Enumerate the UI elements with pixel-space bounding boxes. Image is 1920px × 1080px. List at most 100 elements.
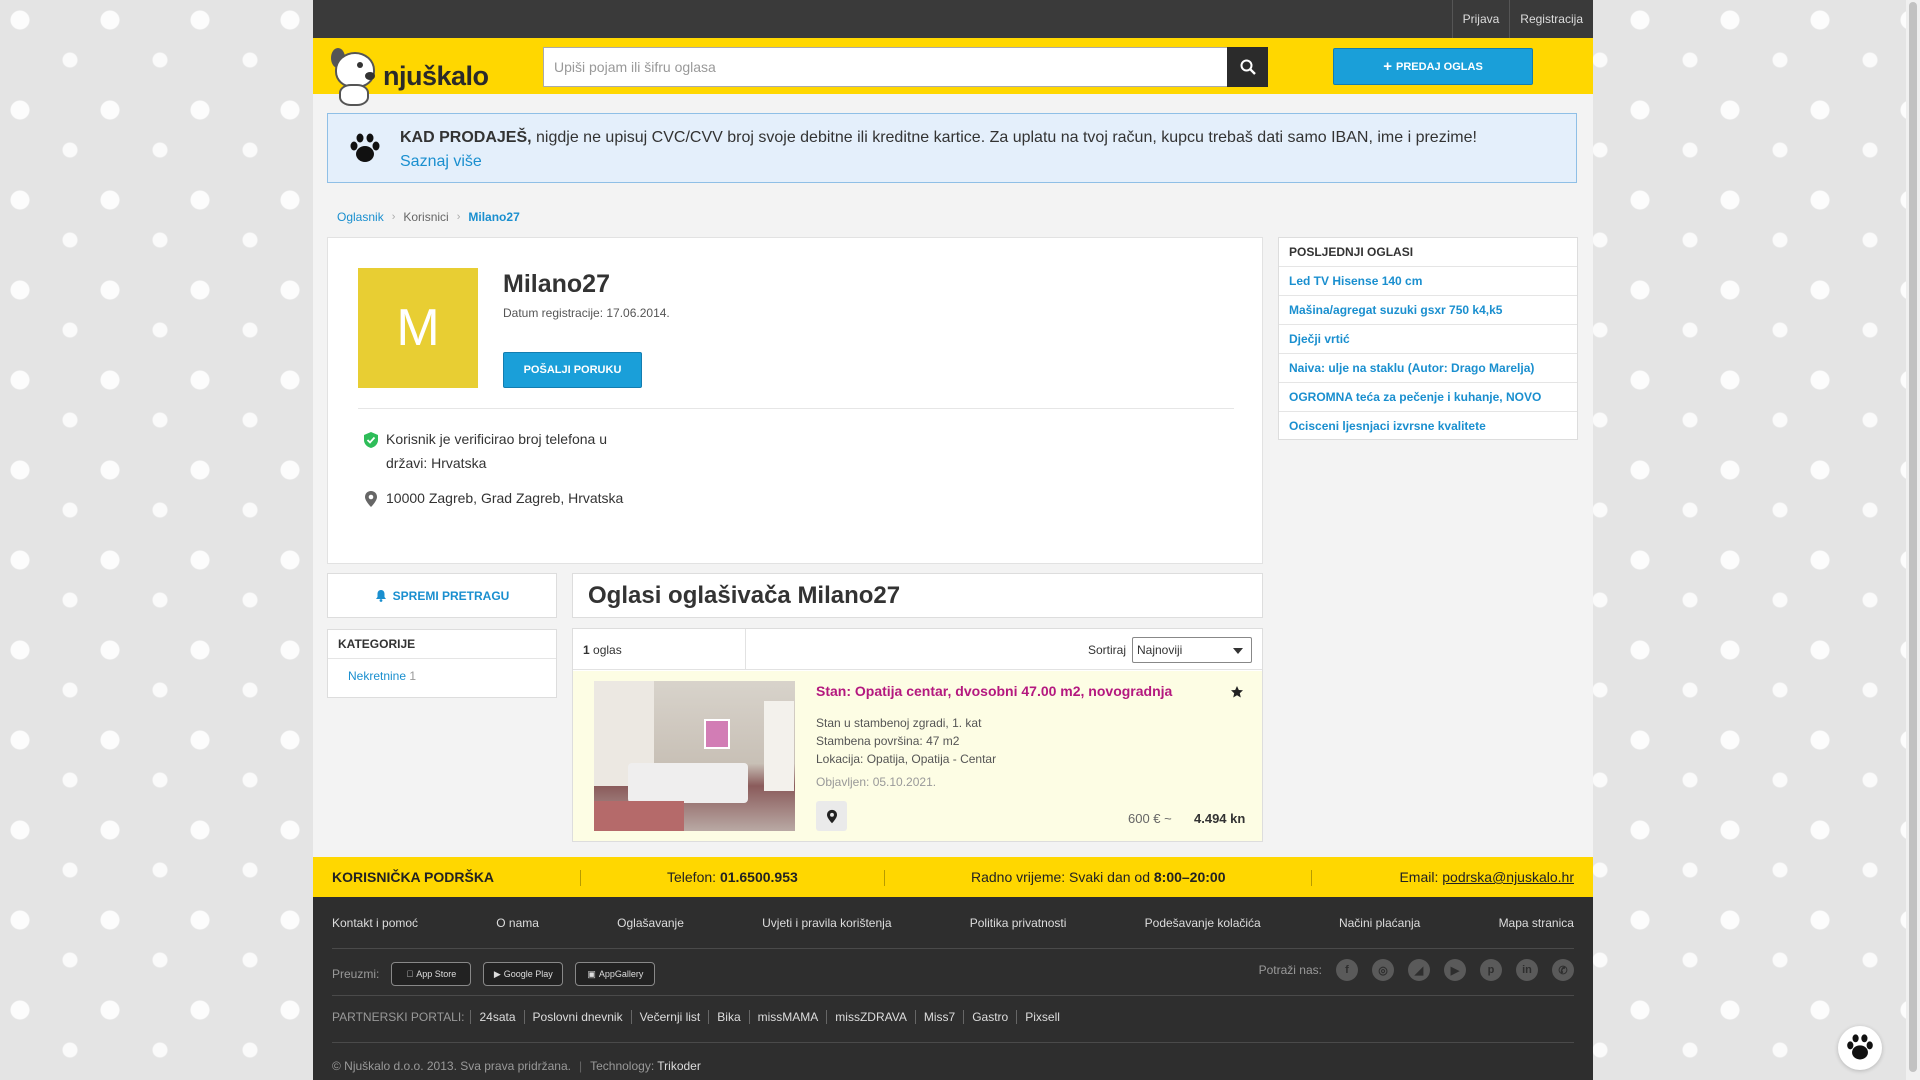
copyright-text: © Njuškalo d.o.o. 2013. Sva prava pridrž… bbox=[332, 1059, 571, 1073]
support-phone: Telefon: 01.6500.953 bbox=[667, 869, 798, 885]
megaphone-icon[interactable]: ◢ bbox=[1408, 959, 1430, 981]
technology-credit: Technology: Trikoder bbox=[590, 1059, 701, 1073]
floating-paw-button[interactable] bbox=[1838, 1026, 1882, 1070]
partner-link[interactable]: Poslovni dnevnik bbox=[523, 1010, 631, 1024]
breadcrumb-oglasnik[interactable]: Oglasnik bbox=[337, 210, 384, 224]
support-hours: Radno vrijeme: Svaki dan od 8:00–20:00 bbox=[971, 869, 1226, 885]
breadcrumb: Oglasnik › Korisnici › Milano27 bbox=[337, 210, 520, 224]
ad-description-line: Lokacija: Opatija, Opatija - Centar bbox=[816, 752, 997, 766]
categories-title: KATEGORIJE bbox=[328, 630, 556, 659]
breadcrumb-korisnici: Korisnici bbox=[403, 210, 449, 224]
footer-link[interactable]: Podešavanje kolačića bbox=[1145, 916, 1261, 930]
star-icon[interactable] bbox=[1230, 685, 1244, 699]
huawei-icon: ▣ bbox=[587, 968, 596, 979]
ad-item[interactable]: Stan: Opatija centar, dvosobni 47.00 m2,… bbox=[573, 671, 1262, 841]
price-eur: 600 € ~ bbox=[1128, 811, 1172, 826]
google-play-badge[interactable]: ▶ Google Play bbox=[483, 962, 564, 986]
support-email: Email: podrska@njuskalo.hr bbox=[1399, 869, 1574, 885]
play-icon: ▶ bbox=[493, 968, 501, 979]
latest-ad-link[interactable]: OGROMNA teća za pečenje i kuhanje, NOVO bbox=[1279, 383, 1577, 412]
partner-link[interactable]: missMAMA bbox=[748, 1010, 827, 1024]
notice-text: nigdje ne upisuj CVC/CVV broj svoje debi… bbox=[531, 129, 1477, 146]
ad-title[interactable]: Stan: Opatija centar, dvosobni 47.00 m2,… bbox=[816, 683, 1172, 699]
latest-ad-link[interactable]: Ocisceni ljesnjaci izvrsne kvalitete bbox=[1279, 412, 1577, 441]
breadcrumb-current: Milano27 bbox=[468, 210, 520, 224]
chevron-down-icon bbox=[1233, 648, 1243, 654]
partner-link[interactable]: 24sata bbox=[470, 1010, 523, 1024]
footer-link[interactable]: Politika privatnosti bbox=[970, 916, 1067, 930]
footer-link[interactable]: Kontakt i pomoć bbox=[332, 916, 418, 930]
linkedin-icon[interactable]: in bbox=[1516, 959, 1538, 981]
categories-panel: KATEGORIJE Nekretnine 1 bbox=[327, 629, 557, 698]
scrollbar[interactable] bbox=[1906, 0, 1920, 1080]
support-email-link[interactable]: podrska@njuskalo.hr bbox=[1442, 869, 1574, 885]
logo[interactable]: njuškalo bbox=[327, 44, 502, 108]
pinterest-icon[interactable]: p bbox=[1480, 959, 1502, 981]
scrollbar-thumb[interactable] bbox=[1909, 2, 1917, 1072]
ad-photo[interactable] bbox=[594, 681, 795, 831]
facebook-icon[interactable]: f bbox=[1336, 959, 1358, 981]
youtube-icon[interactable]: ▶ bbox=[1444, 959, 1466, 981]
footer-link[interactable]: Oglašavanje bbox=[617, 916, 684, 930]
partner-portals: PARTNERSKI PORTALI: 24sata Poslovni dnev… bbox=[332, 1010, 1068, 1024]
appgallery-badge[interactable]: ▣ AppGallery bbox=[575, 962, 656, 986]
latest-ad-link[interactable]: Mašina/agregat suzuki gsxr 750 k4,k5 bbox=[1279, 296, 1577, 325]
footer-link[interactable]: Mapa stranica bbox=[1499, 916, 1574, 930]
partners-label: PARTNERSKI PORTALI: bbox=[332, 1010, 465, 1024]
partner-link[interactable]: Miss7 bbox=[914, 1010, 963, 1024]
plus-icon: + bbox=[1383, 58, 1392, 75]
app-store-badge[interactable]: App Store bbox=[391, 962, 472, 986]
trikoder-link[interactable]: Trikoder bbox=[657, 1059, 701, 1073]
instagram-icon[interactable]: ◎ bbox=[1372, 959, 1394, 981]
footer-link[interactable]: O nama bbox=[496, 916, 539, 930]
verified-phone-text: Korisnik je verificirao broj telefona u … bbox=[386, 431, 607, 471]
paw-icon bbox=[350, 133, 380, 162]
chevron-right-icon: › bbox=[391, 211, 396, 223]
support-bar: KORISNIČKA PODRŠKA Telefon: 01.6500.953 … bbox=[313, 857, 1593, 897]
send-message-button[interactable]: POŠALJI PORUKU bbox=[503, 352, 642, 388]
search-button[interactable] bbox=[1227, 47, 1268, 87]
footer-link[interactable]: Uvjeti i pravila korištenja bbox=[762, 916, 891, 930]
viber-icon[interactable]: ✆ bbox=[1552, 959, 1574, 981]
search-input[interactable] bbox=[544, 48, 1224, 86]
partner-link[interactable]: Večernji list bbox=[630, 1010, 709, 1024]
post-ad-label: PREDAJ OGLAS bbox=[1395, 60, 1483, 73]
latest-ad-link[interactable]: Led TV Hisense 140 cm bbox=[1279, 267, 1577, 296]
chevron-right-icon: › bbox=[456, 211, 461, 223]
partner-link[interactable]: Pixsell bbox=[1016, 1010, 1068, 1024]
header: njuškalo + PREDAJ OGLAS bbox=[313, 38, 1593, 106]
save-search-label: SPREMI PRETRAGU bbox=[392, 588, 510, 603]
partner-link[interactable]: Gastro bbox=[963, 1010, 1016, 1024]
sort-value: Najnoviji bbox=[1137, 643, 1183, 657]
apple-icon:  bbox=[406, 969, 413, 979]
avatar: M bbox=[358, 268, 478, 388]
paw-icon bbox=[1847, 1034, 1873, 1060]
footer-links: Kontakt i pomoć O nama Oglašavanje Uvjet… bbox=[332, 916, 1574, 930]
verified-shield-icon bbox=[364, 432, 378, 448]
ad-published-date: Objavljen: 05.10.2021. bbox=[816, 775, 937, 789]
follow-label: Potraži nas: bbox=[1258, 963, 1322, 977]
search-box bbox=[543, 47, 1268, 87]
notice-more-link[interactable]: Saznaj više bbox=[400, 153, 482, 170]
footer: Kontakt i pomoć O nama Oglašavanje Uvjet… bbox=[313, 897, 1593, 1080]
latest-ads-panel: POSLJEDNJI OGLASI Led TV Hisense 140 cm … bbox=[1278, 237, 1578, 440]
login-link[interactable]: Prijava bbox=[1451, 0, 1510, 38]
save-search-button[interactable]: SPREMI PRETRAGU bbox=[327, 573, 557, 618]
map-pin-button[interactable] bbox=[816, 801, 847, 831]
latest-ad-link[interactable]: Dječji vrtić bbox=[1279, 325, 1577, 354]
category-item-nekretnine[interactable]: Nekretnine 1 bbox=[328, 659, 556, 683]
sort-select[interactable]: Najnoviji bbox=[1132, 637, 1252, 663]
latest-ad-link[interactable]: Naiva: ulje na staklu (Autor: Drago Mare… bbox=[1279, 354, 1577, 383]
auth-links: Prijava Registracija bbox=[1451, 0, 1593, 38]
ads-listing: 1 oglas Sortiraj Najnoviji Stan: Opatija… bbox=[572, 628, 1263, 842]
latest-ads-title: POSLJEDNJI OGLASI bbox=[1279, 238, 1577, 267]
partner-link[interactable]: missZDRAVA bbox=[826, 1010, 915, 1024]
social-links: Potraži nas: f ◎ ◢ ▶ p in ✆ bbox=[1259, 959, 1574, 981]
post-ad-button[interactable]: + PREDAJ OGLAS bbox=[1333, 48, 1533, 85]
location-pin-icon bbox=[826, 809, 837, 823]
partner-link[interactable]: Bika bbox=[708, 1010, 748, 1024]
search-icon bbox=[1240, 59, 1256, 75]
register-link[interactable]: Registracija bbox=[1509, 0, 1593, 38]
location-pin-icon bbox=[365, 491, 377, 507]
footer-link[interactable]: Načini plaćanja bbox=[1339, 916, 1420, 930]
